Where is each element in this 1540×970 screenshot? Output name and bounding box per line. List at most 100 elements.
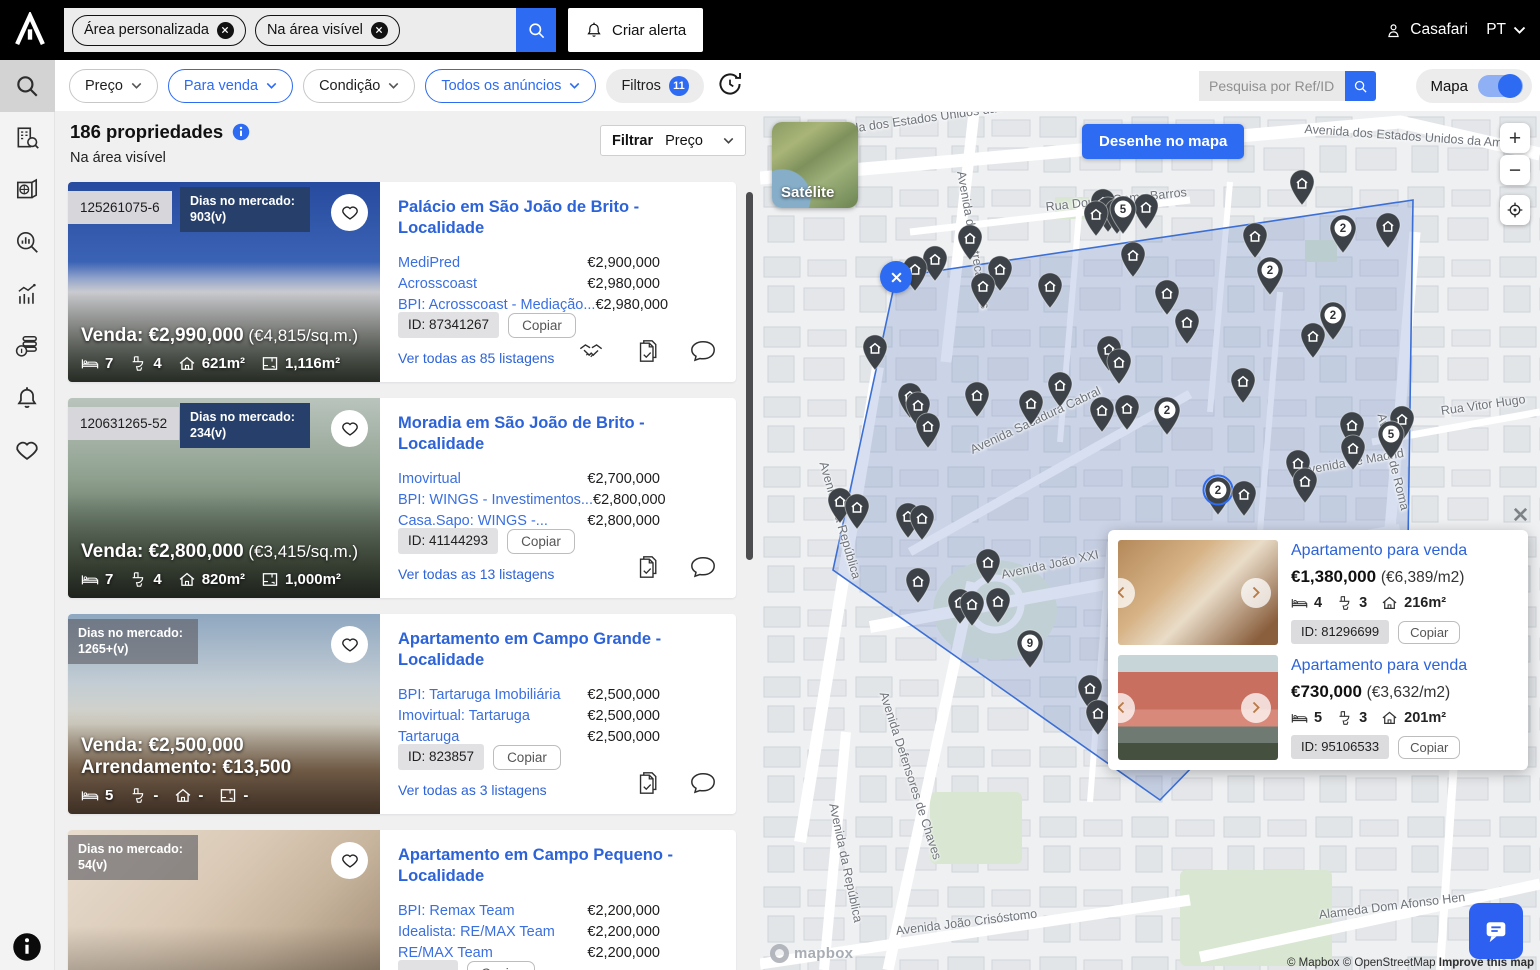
sidebar-item-statistics[interactable] <box>0 268 55 320</box>
map-pin[interactable] <box>1299 322 1327 364</box>
map-pin[interactable] <box>1017 389 1045 431</box>
sidebar-item-market-analytics[interactable] <box>0 216 55 268</box>
listing-title[interactable]: Palácio em São João de Brito - Localidad… <box>398 197 700 240</box>
map-cluster-pin[interactable]: 2 <box>1203 476 1233 521</box>
listing-photo[interactable]: 120631265-52 Dias no mercado: 234(v) Ven… <box>68 398 380 598</box>
popup-listing-title[interactable]: Apartamento para venda <box>1291 657 1518 675</box>
listing-photo[interactable]: Dias no mercado: 1265+(v) Venda: €2,500,… <box>68 614 380 814</box>
sidebar-item-favorites[interactable] <box>0 424 55 476</box>
listing-photo[interactable]: 125261075-6 Dias no mercado: 903(v) Vend… <box>68 182 380 382</box>
popup-close-button[interactable] <box>1508 504 1532 528</box>
map-cluster-pin[interactable]: 5 <box>1108 195 1138 240</box>
map-popup-listing[interactable]: Apartamento para venda €1,380,000 (€6,38… <box>1118 540 1518 645</box>
map-cluster-pin[interactable]: 5 <box>1376 420 1406 465</box>
create-alert-button[interactable]: Criar alerta <box>568 8 703 52</box>
map-pin[interactable] <box>861 334 889 376</box>
map-pin[interactable] <box>1288 169 1316 211</box>
map-pin[interactable] <box>1291 467 1319 509</box>
source-link[interactable]: Acrosscoast <box>398 276 477 292</box>
map-pin[interactable] <box>1113 394 1141 436</box>
map-pin[interactable] <box>1119 241 1147 283</box>
map-cluster-pin[interactable]: 2 <box>1152 396 1182 441</box>
map-pin[interactable] <box>984 587 1012 629</box>
zoom-out-button[interactable]: − <box>1500 155 1530 185</box>
see-all-listings-link[interactable]: Ver todas as 13 listagens <box>398 566 554 582</box>
remove-polygon-button[interactable] <box>880 261 912 293</box>
map-toggle-switch[interactable] <box>1478 75 1523 97</box>
zoom-in-button[interactable]: + <box>1500 123 1530 153</box>
search-button[interactable] <box>516 8 556 52</box>
carousel-next-button[interactable] <box>1241 693 1271 723</box>
listing-photo[interactable]: Dias no mercado: 54(v) <box>68 830 380 970</box>
map-pin[interactable] <box>1374 212 1402 254</box>
carousel-prev-button[interactable] <box>1118 578 1135 608</box>
chat-icon[interactable] <box>690 555 716 584</box>
account-menu[interactable]: Casafari <box>1385 0 1468 60</box>
favorite-button[interactable] <box>331 842 368 879</box>
popup-photo[interactable] <box>1118 540 1278 645</box>
remove-chip-icon[interactable] <box>371 22 388 39</box>
source-link[interactable]: Casa.Sapo: WINGS -... <box>398 513 548 529</box>
map-pin[interactable] <box>958 590 986 632</box>
sidebar-item-search[interactable] <box>0 60 55 112</box>
sidebar-item-market-map[interactable] <box>0 164 55 216</box>
source-link[interactable]: MediPred <box>398 255 460 271</box>
source-link[interactable]: BPI: WINGS - Investimentos... <box>398 492 593 508</box>
area-search-bar[interactable]: Área personalizada Na área visível <box>64 8 556 52</box>
sidebar-item-alerts[interactable] <box>0 372 55 424</box>
carousel-prev-button[interactable] <box>1118 693 1135 723</box>
locate-button[interactable] <box>1500 195 1530 225</box>
see-all-listings-link[interactable]: Ver todas as 85 listagens <box>398 350 554 366</box>
map-pin[interactable] <box>969 272 997 314</box>
doc-icon[interactable] <box>634 555 660 584</box>
map-pin[interactable] <box>914 412 942 454</box>
source-link[interactable]: RE/MAX Team <box>398 945 493 961</box>
map-cluster-pin[interactable]: 9 <box>1015 629 1045 674</box>
doc-icon[interactable] <box>634 771 660 800</box>
listing-card[interactable]: 120631265-52 Dias no mercado: 234(v) Ven… <box>68 398 736 598</box>
map-pin[interactable] <box>1088 396 1116 438</box>
favorite-button[interactable] <box>331 626 368 663</box>
map-cluster-pin[interactable]: 2 <box>1328 214 1358 259</box>
draw-on-map-button[interactable]: Desenhe no mapa <box>1082 124 1244 159</box>
filter-price[interactable]: Preço <box>69 69 158 103</box>
map-pin[interactable] <box>1082 200 1110 242</box>
sidebar-item-property-sourcing[interactable] <box>0 112 55 164</box>
handshake-icon[interactable] <box>578 339 604 368</box>
chat-widget-button[interactable] <box>1469 903 1523 959</box>
favorite-button[interactable] <box>331 194 368 231</box>
source-link[interactable]: BPI: Acrosscoast - Mediação... <box>398 297 595 313</box>
source-link[interactable]: Imovirtual <box>398 471 461 487</box>
filter-condition[interactable]: Condição <box>303 69 415 103</box>
copy-id-button[interactable]: Copiar <box>1398 736 1460 759</box>
copy-id-button[interactable]: Copiar <box>493 745 561 770</box>
search-chip-custom-area[interactable]: Área personalizada <box>72 15 246 46</box>
ref-id-search-button[interactable] <box>1345 71 1376 101</box>
chat-icon[interactable] <box>690 771 716 800</box>
source-link[interactable]: Imovirtual: Tartaruga <box>398 708 530 724</box>
carousel-next-button[interactable] <box>1241 578 1271 608</box>
copy-id-button[interactable]: Copiar <box>1398 621 1460 644</box>
listing-title[interactable]: Apartamento em Campo Pequeno - Localidad… <box>398 845 700 888</box>
map-pin[interactable] <box>843 493 871 535</box>
listing-title[interactable]: Apartamento em Campo Grande - Localidade <box>398 629 700 672</box>
map-pin[interactable] <box>1036 272 1064 314</box>
listing-card[interactable]: Dias no mercado: 1265+(v) Venda: €2,500,… <box>68 614 736 814</box>
map-cluster-pin[interactable]: 2 <box>1255 256 1285 301</box>
source-link[interactable]: BPI: Tartaruga Imobiliária <box>398 687 561 703</box>
filter-for-sale[interactable]: Para venda <box>168 69 293 103</box>
info-icon[interactable] <box>232 123 250 141</box>
map-pin[interactable] <box>1105 348 1133 390</box>
listing-title[interactable]: Moradia em São João de Brito - Localidad… <box>398 413 700 456</box>
popup-listing-title[interactable]: Apartamento para venda <box>1291 542 1518 560</box>
source-link[interactable]: Tartaruga <box>398 729 459 745</box>
sort-dropdown[interactable]: Filtrar Preço <box>600 125 746 156</box>
copy-id-button[interactable]: Copiar <box>508 313 576 338</box>
chat-icon[interactable] <box>690 339 716 368</box>
favorite-button[interactable] <box>331 410 368 447</box>
source-link[interactable]: BPI: Remax Team <box>398 903 515 919</box>
map-pin[interactable] <box>956 224 984 266</box>
listing-card[interactable]: 125261075-6 Dias no mercado: 903(v) Vend… <box>68 182 736 382</box>
map-pin[interactable] <box>1229 367 1257 409</box>
see-all-listings-link[interactable]: Ver todas as 3 listagens <box>398 782 547 798</box>
